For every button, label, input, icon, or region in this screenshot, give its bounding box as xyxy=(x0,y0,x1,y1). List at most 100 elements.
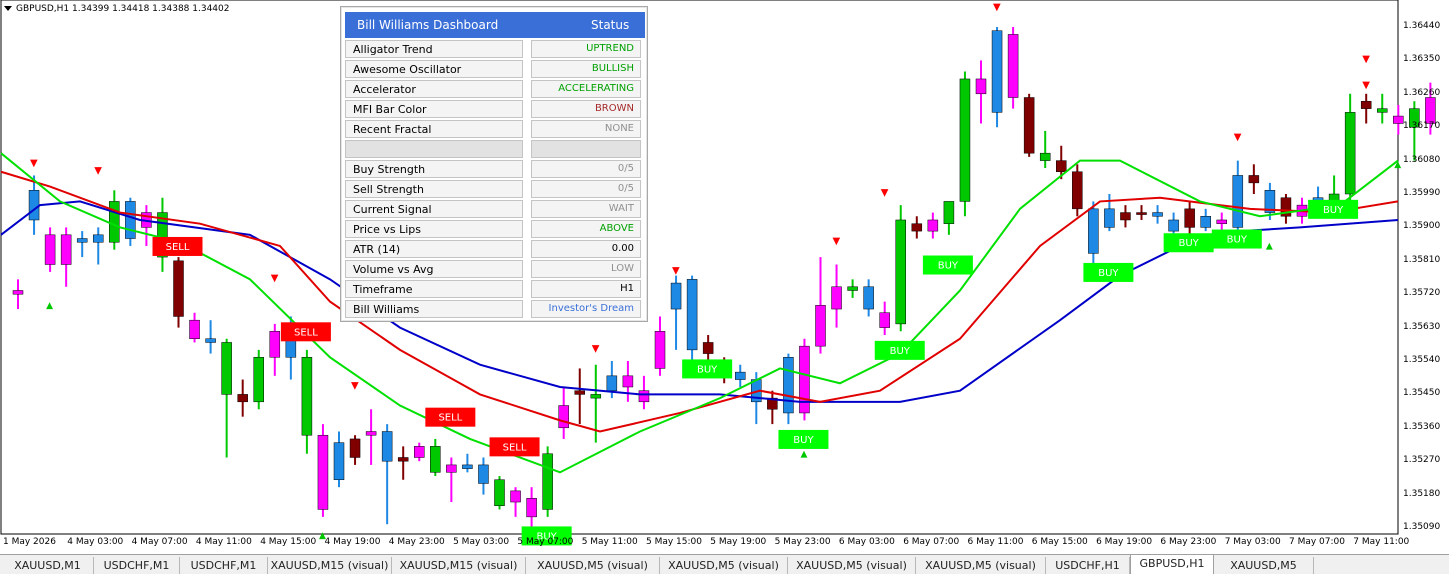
candle-body xyxy=(879,312,890,328)
candle-body xyxy=(863,286,874,310)
candle-body xyxy=(189,319,200,339)
chart-tab[interactable]: USDCHF,M1 xyxy=(94,557,180,574)
candle-body xyxy=(815,305,826,347)
candle-body xyxy=(397,457,409,462)
time-axis-label: 4 May 15:00 xyxy=(260,537,317,547)
dashboard-row-label: Current Signal xyxy=(345,200,523,218)
fractal-up-arrow-icon: ▼ xyxy=(833,236,841,247)
dashboard-row xyxy=(345,140,645,158)
chart-tab[interactable]: XAUUSD,M5 (visual) xyxy=(1214,557,1314,574)
candle-body xyxy=(173,260,184,317)
candle-body xyxy=(654,331,666,369)
price-chart[interactable]: ▼▼▼▼▼▼▼▼▼▼▼▼▲▲▲▲▲▲SELLSELLSELLSELLBUYBUY… xyxy=(0,0,1449,574)
dashboard-row-value xyxy=(531,140,641,158)
candle-body xyxy=(927,219,939,232)
chart-tab[interactable]: GBPUSD,H1 xyxy=(1130,555,1214,574)
price-axis-label: 1.35360 xyxy=(1403,421,1441,432)
candle-body xyxy=(1136,212,1147,215)
signal-label: SELL xyxy=(294,327,318,338)
candle-body xyxy=(702,342,714,354)
chart-area[interactable]: ▼▼▼▼▼▼▼▼▼▼▼▼▲▲▲▲▲▲SELLSELLSELLSELLBUYBUY… xyxy=(0,0,1449,574)
time-axis-label: 6 May 19:00 xyxy=(1096,537,1153,547)
candle-body xyxy=(478,464,489,484)
price-axis-label: 1.36260 xyxy=(1403,87,1441,98)
symbol-text: GBPUSD,H1 1.34399 1.34418 1.34388 1.3440… xyxy=(16,4,230,14)
price-axis-label: 1.36080 xyxy=(1403,154,1441,165)
candle-body xyxy=(125,201,136,239)
chart-tab[interactable]: USDCHF,M1 xyxy=(180,557,268,574)
chart-tabs-bar: XAUUSD,M1 USDCHF,M1 USDCHF,M1 XAUUSD,M15 (v… xyxy=(0,554,1449,574)
dropdown-triangle-icon[interactable] xyxy=(4,6,12,11)
candle-body xyxy=(109,201,120,243)
candle-body xyxy=(638,390,650,403)
time-axis-label: 4 May 19:00 xyxy=(324,537,381,547)
price-axis: 1.36440 1.36350 1.36260 1.36170 1.36080 1.359… xyxy=(1398,0,1449,534)
time-axis-label: 5 May 07:00 xyxy=(517,537,574,547)
candle-body xyxy=(510,490,521,503)
chart-tab[interactable]: XAUUSD,M5 (visual) xyxy=(916,557,1046,574)
fractal-up-arrow-icon: ▼ xyxy=(351,381,359,392)
signal-label: BUY xyxy=(1323,205,1344,216)
dashboard-row: ATR (14) 0.00 xyxy=(345,240,645,258)
candle-body xyxy=(221,342,232,395)
chart-tab[interactable]: XAUUSD,M15 (visual) xyxy=(268,557,392,574)
price-axis-label: 1.36440 xyxy=(1403,21,1441,31)
bill-williams-dashboard: Bill Williams Dashboard Status Alligator… xyxy=(340,6,648,322)
price-axis-label: 1.35990 xyxy=(1403,188,1441,198)
fractal-down-arrow-icon: ▲ xyxy=(46,301,53,311)
candle-body xyxy=(622,375,634,388)
signal-label: BUY xyxy=(1098,268,1119,279)
candle-body xyxy=(670,282,682,310)
time-axis-label: 6 May 07:00 xyxy=(903,537,960,547)
chart-tab[interactable]: XAUUSD,M5 (visual) xyxy=(660,557,788,574)
time-axis-label: 7 May 11:00 xyxy=(1353,537,1410,547)
dashboard-row: Current Signal WAIT xyxy=(345,200,645,218)
candle-body xyxy=(895,219,906,325)
dashboard-row: Awesome Oscillator BULLISH xyxy=(345,60,645,78)
candle-body xyxy=(237,394,248,403)
dashboard-row: Alligator Trend UPTREND xyxy=(345,40,645,58)
chart-tab[interactable]: XAUUSD,M5 (visual) xyxy=(526,557,660,574)
chart-tab[interactable]: XAUUSD,M1 xyxy=(2,557,94,574)
candle-body xyxy=(735,371,746,380)
candle-body xyxy=(462,464,473,469)
time-axis-label: 4 May 03:00 xyxy=(67,537,124,547)
candle-body xyxy=(1056,160,1067,172)
chart-tab[interactable]: XAUUSD,M5 (visual) xyxy=(788,557,916,574)
time-axis-label: 5 May 11:00 xyxy=(581,537,638,547)
dashboard-row-value: ABOVE xyxy=(531,220,641,238)
fractal-down-arrow-icon: ▲ xyxy=(800,449,807,459)
chart-tab[interactable]: XAUUSD,M15 (visual) xyxy=(392,557,526,574)
candle-body xyxy=(1023,97,1035,154)
dashboard-row-value: 0/5 xyxy=(531,180,641,198)
price-axis-label: 1.35450 xyxy=(1403,388,1441,399)
candle-body xyxy=(365,431,377,436)
dashboard-title: Bill Williams Dashboard xyxy=(357,18,499,32)
time-axis-label: 6 May 11:00 xyxy=(967,537,1024,547)
time-axis-label: 6 May 03:00 xyxy=(838,537,895,547)
dashboard-row: Sell Strength 0/5 xyxy=(345,180,645,198)
dashboard-row: Buy Strength 0/5 xyxy=(345,160,645,178)
dashboard-row-label: Recent Fractal xyxy=(345,120,523,138)
fractal-up-arrow-icon: ▼ xyxy=(271,273,279,284)
dashboard-row-value: WAIT xyxy=(531,200,641,218)
dashboard-row-value: NONE xyxy=(531,120,641,138)
signal-label: BUY xyxy=(938,261,959,272)
candle-body xyxy=(542,453,553,510)
fractal-up-arrow-icon: ▼ xyxy=(94,165,102,176)
dashboard-row-label: MFI Bar Color xyxy=(345,100,523,118)
dashboard-row-label: Buy Strength xyxy=(345,160,523,178)
candle-body xyxy=(76,238,88,243)
time-axis-label: 7 May 07:00 xyxy=(1289,537,1345,547)
price-axis-label: 1.35810 xyxy=(1403,254,1441,265)
candle-body xyxy=(44,234,56,265)
fractal-up-arrow-icon: ▼ xyxy=(1362,80,1370,91)
signal-label: BUY xyxy=(793,435,814,446)
chart-tab[interactable]: USDCHF,H1 xyxy=(1046,557,1130,574)
candle-body xyxy=(943,201,955,224)
candle-body xyxy=(446,464,457,473)
candle-body xyxy=(606,375,618,391)
signal-label: BUY xyxy=(1179,238,1200,249)
chart-frame xyxy=(0,0,1399,535)
time-axis-label: 5 May 19:00 xyxy=(710,537,767,547)
